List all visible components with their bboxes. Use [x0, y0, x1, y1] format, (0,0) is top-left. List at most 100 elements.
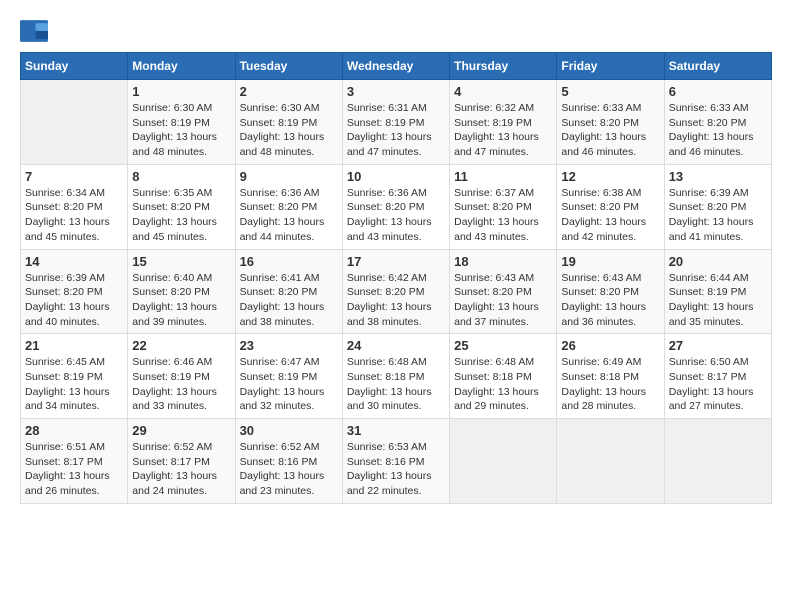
calendar-week-row: 14 Sunrise: 6:39 AMSunset: 8:20 PMDayligh… — [21, 249, 772, 334]
day-info: Sunrise: 6:48 AMSunset: 8:18 PMDaylight:… — [347, 355, 445, 414]
day-info: Sunrise: 6:37 AMSunset: 8:20 PMDaylight:… — [454, 186, 552, 245]
day-header-sunday: Sunday — [21, 53, 128, 80]
calendar-cell: 17 Sunrise: 6:42 AMSunset: 8:20 PMDayligh… — [342, 249, 449, 334]
day-number: 20 — [669, 254, 767, 269]
calendar-cell: 23 Sunrise: 6:47 AMSunset: 8:19 PMDayligh… — [235, 334, 342, 419]
calendar-cell: 13 Sunrise: 6:39 AMSunset: 8:20 PMDayligh… — [664, 164, 771, 249]
day-info: Sunrise: 6:47 AMSunset: 8:19 PMDaylight:… — [240, 355, 338, 414]
day-info: Sunrise: 6:33 AMSunset: 8:20 PMDaylight:… — [669, 101, 767, 160]
calendar-cell: 21 Sunrise: 6:45 AMSunset: 8:19 PMDayligh… — [21, 334, 128, 419]
day-header-monday: Monday — [128, 53, 235, 80]
day-number: 9 — [240, 169, 338, 184]
calendar-cell — [450, 419, 557, 504]
day-number: 29 — [132, 423, 230, 438]
calendar-cell: 22 Sunrise: 6:46 AMSunset: 8:19 PMDayligh… — [128, 334, 235, 419]
day-number: 15 — [132, 254, 230, 269]
calendar-cell: 25Sunrise: 6:48 AMSunset: 8:18 PMDayligh… — [450, 334, 557, 419]
calendar-cell: 15 Sunrise: 6:40 AMSunset: 8:20 PMDayligh… — [128, 249, 235, 334]
day-info: Sunrise: 6:51 AMSunset: 8:17 PMDaylight:… — [25, 440, 123, 499]
day-number: 30 — [240, 423, 338, 438]
day-info: Sunrise: 6:30 AMSunset: 8:19 PMDaylight:… — [132, 101, 230, 160]
day-number: 4 — [454, 84, 552, 99]
day-number: 5 — [561, 84, 659, 99]
day-number: 6 — [669, 84, 767, 99]
day-header-thursday: Thursday — [450, 53, 557, 80]
calendar-cell: 3 Sunrise: 6:31 AMSunset: 8:19 PMDaylight… — [342, 80, 449, 165]
calendar-header-row: SundayMondayTuesdayWednesdayThursdayFrid… — [21, 53, 772, 80]
calendar-cell: 30 Sunrise: 6:52 AMSunset: 8:16 PMDayligh… — [235, 419, 342, 504]
calendar-cell — [21, 80, 128, 165]
calendar-cell: 12 Sunrise: 6:38 AMSunset: 8:20 PMDayligh… — [557, 164, 664, 249]
calendar-cell: 1Sunrise: 6:30 AMSunset: 8:19 PMDaylight… — [128, 80, 235, 165]
day-number: 14 — [25, 254, 123, 269]
calendar-week-row: 21 Sunrise: 6:45 AMSunset: 8:19 PMDayligh… — [21, 334, 772, 419]
day-number: 21 — [25, 338, 123, 353]
day-number: 22 — [132, 338, 230, 353]
day-info: Sunrise: 6:30 AMSunset: 8:19 PMDaylight:… — [240, 101, 338, 160]
calendar-cell: 10 Sunrise: 6:36 AMSunset: 8:20 PMDayligh… — [342, 164, 449, 249]
day-number: 26 — [561, 338, 659, 353]
calendar-cell: 4 Sunrise: 6:32 AMSunset: 8:19 PMDaylight… — [450, 80, 557, 165]
day-info: Sunrise: 6:39 AMSunset: 8:20 PMDaylight:… — [669, 186, 767, 245]
calendar-cell: 9 Sunrise: 6:36 AMSunset: 8:20 PMDaylight… — [235, 164, 342, 249]
calendar-cell — [664, 419, 771, 504]
day-info: Sunrise: 6:46 AMSunset: 8:19 PMDaylight:… — [132, 355, 230, 414]
day-info: Sunrise: 6:32 AMSunset: 8:19 PMDaylight:… — [454, 101, 552, 160]
day-info: Sunrise: 6:53 AMSunset: 8:16 PMDaylight:… — [347, 440, 445, 499]
calendar-cell: 6 Sunrise: 6:33 AMSunset: 8:20 PMDaylight… — [664, 80, 771, 165]
day-info: Sunrise: 6:50 AMSunset: 8:17 PMDaylight:… — [669, 355, 767, 414]
day-info: Sunrise: 6:52 AMSunset: 8:16 PMDaylight:… — [240, 440, 338, 499]
day-info: Sunrise: 6:38 AMSunset: 8:20 PMDaylight:… — [561, 186, 659, 245]
day-info: Sunrise: 6:45 AMSunset: 8:19 PMDaylight:… — [25, 355, 123, 414]
calendar-week-row: 28 Sunrise: 6:51 AMSunset: 8:17 PMDayligh… — [21, 419, 772, 504]
day-info: Sunrise: 6:52 AMSunset: 8:17 PMDaylight:… — [132, 440, 230, 499]
logo — [20, 20, 52, 42]
day-number: 10 — [347, 169, 445, 184]
calendar-cell: 20Sunrise: 6:44 AMSunset: 8:19 PMDayligh… — [664, 249, 771, 334]
calendar-cell: 11 Sunrise: 6:37 AMSunset: 8:20 PMDayligh… — [450, 164, 557, 249]
day-number: 13 — [669, 169, 767, 184]
day-info: Sunrise: 6:36 AMSunset: 8:20 PMDaylight:… — [347, 186, 445, 245]
calendar-cell: 29 Sunrise: 6:52 AMSunset: 8:17 PMDayligh… — [128, 419, 235, 504]
day-info: Sunrise: 6:36 AMSunset: 8:20 PMDaylight:… — [240, 186, 338, 245]
day-number: 31 — [347, 423, 445, 438]
day-number: 12 — [561, 169, 659, 184]
day-info: Sunrise: 6:43 AMSunset: 8:20 PMDaylight:… — [454, 271, 552, 330]
day-info: Sunrise: 6:49 AMSunset: 8:18 PMDaylight:… — [561, 355, 659, 414]
calendar-cell: 14 Sunrise: 6:39 AMSunset: 8:20 PMDayligh… — [21, 249, 128, 334]
day-info: Sunrise: 6:48 AMSunset: 8:18 PMDaylight:… — [454, 355, 552, 414]
day-number: 19 — [561, 254, 659, 269]
day-number: 2 — [240, 84, 338, 99]
day-info: Sunrise: 6:33 AMSunset: 8:20 PMDaylight:… — [561, 101, 659, 160]
day-info: Sunrise: 6:34 AMSunset: 8:20 PMDaylight:… — [25, 186, 123, 245]
day-number: 7 — [25, 169, 123, 184]
day-number: 27 — [669, 338, 767, 353]
day-info: Sunrise: 6:40 AMSunset: 8:20 PMDaylight:… — [132, 271, 230, 330]
calendar-cell: 16Sunrise: 6:41 AMSunset: 8:20 PMDayligh… — [235, 249, 342, 334]
calendar-cell: 18 Sunrise: 6:43 AMSunset: 8:20 PMDayligh… — [450, 249, 557, 334]
day-number: 3 — [347, 84, 445, 99]
calendar-cell: 31 Sunrise: 6:53 AMSunset: 8:16 PMDayligh… — [342, 419, 449, 504]
day-header-friday: Friday — [557, 53, 664, 80]
day-info: Sunrise: 6:35 AMSunset: 8:20 PMDaylight:… — [132, 186, 230, 245]
day-info: Sunrise: 6:41 AMSunset: 8:20 PMDaylight:… — [240, 271, 338, 330]
calendar-cell — [557, 419, 664, 504]
day-header-tuesday: Tuesday — [235, 53, 342, 80]
day-number: 18 — [454, 254, 552, 269]
day-number: 8 — [132, 169, 230, 184]
day-number: 17 — [347, 254, 445, 269]
calendar-cell: 2 Sunrise: 6:30 AMSunset: 8:19 PMDaylight… — [235, 80, 342, 165]
calendar-cell: 8 Sunrise: 6:35 AMSunset: 8:20 PMDaylight… — [128, 164, 235, 249]
day-info: Sunrise: 6:31 AMSunset: 8:19 PMDaylight:… — [347, 101, 445, 160]
calendar-week-row: 7 Sunrise: 6:34 AMSunset: 8:20 PMDaylight… — [21, 164, 772, 249]
calendar-cell: 7 Sunrise: 6:34 AMSunset: 8:20 PMDaylight… — [21, 164, 128, 249]
day-number: 28 — [25, 423, 123, 438]
day-info: Sunrise: 6:39 AMSunset: 8:20 PMDaylight:… — [25, 271, 123, 330]
day-header-wednesday: Wednesday — [342, 53, 449, 80]
day-number: 23 — [240, 338, 338, 353]
logo-icon — [20, 20, 48, 42]
calendar-cell: 5 Sunrise: 6:33 AMSunset: 8:20 PMDaylight… — [557, 80, 664, 165]
day-number: 11 — [454, 169, 552, 184]
day-info: Sunrise: 6:42 AMSunset: 8:20 PMDaylight:… — [347, 271, 445, 330]
calendar-table: SundayMondayTuesdayWednesdayThursdayFrid… — [20, 52, 772, 504]
